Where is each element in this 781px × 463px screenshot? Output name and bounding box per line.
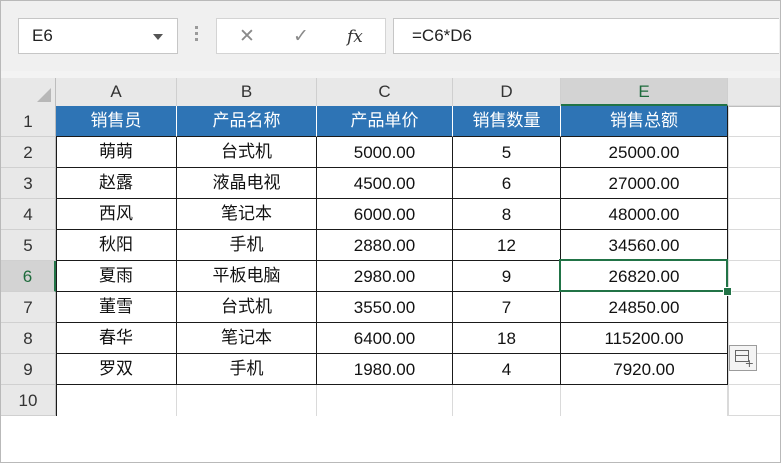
table-cell[interactable]: 赵露 [56, 168, 177, 199]
table-cell[interactable]: 笔记本 [177, 199, 317, 230]
name-box-value: E6 [32, 26, 53, 45]
gridline [728, 136, 780, 137]
table-cell[interactable]: 6 [453, 168, 561, 199]
table-header-cell[interactable]: 销售员 [56, 106, 177, 137]
spreadsheet-window: E6 ✕ ✓ fx =C6*D6 A B C D E 1 2 3 4 5 6 7 8 9 10 销售员 产品名称… [0, 0, 781, 463]
select-all-icon [37, 88, 51, 102]
table-header-cell[interactable]: 销售总额 [561, 106, 728, 137]
gridline [728, 322, 780, 323]
column-header-b[interactable]: B [177, 78, 317, 106]
table-cell[interactable]: 27000.00 [561, 168, 728, 199]
table-cell[interactable]: 4 [453, 354, 561, 385]
table-cell[interactable]: 春华 [56, 323, 177, 354]
table-cell[interactable]: 秋阳 [56, 230, 177, 261]
table-cell[interactable]: 2980.00 [317, 261, 453, 292]
gridline [452, 385, 453, 416]
row-header-8[interactable]: 8 [1, 323, 56, 354]
plus-icon: + [744, 357, 754, 370]
gridline [728, 260, 780, 261]
table-cell[interactable]: 平板电脑 [177, 261, 317, 292]
table-cell[interactable]: 7 [453, 292, 561, 323]
table-cell[interactable]: 笔记本 [177, 323, 317, 354]
table-cell[interactable]: 4500.00 [317, 168, 453, 199]
check-icon[interactable]: ✓ [293, 25, 309, 47]
quick-analysis-button[interactable]: + [729, 345, 757, 371]
table-cell[interactable]: 5000.00 [317, 137, 453, 168]
column-header-e[interactable]: E [561, 78, 728, 106]
row-header-4[interactable]: 4 [1, 199, 56, 230]
column-header-d[interactable]: D [453, 78, 561, 106]
gridline [728, 167, 780, 168]
row-header-1[interactable]: 1 [1, 106, 56, 137]
select-all-button[interactable] [1, 78, 56, 106]
table-header-cell[interactable]: 产品单价 [317, 106, 453, 137]
gridline [728, 198, 780, 199]
table-cell[interactable]: 25000.00 [561, 137, 728, 168]
row-header-3[interactable]: 3 [1, 168, 56, 199]
table-cell[interactable]: 26820.00 [561, 261, 728, 292]
gridline [728, 384, 780, 385]
column-header-a[interactable]: A [56, 78, 177, 106]
row-header-5[interactable]: 5 [1, 230, 56, 261]
table-cell[interactable]: 34560.00 [561, 230, 728, 261]
table-cell[interactable]: 台式机 [177, 292, 317, 323]
chevron-down-icon[interactable] [153, 34, 163, 40]
table-cell[interactable]: 24850.00 [561, 292, 728, 323]
gridline [728, 229, 780, 230]
drag-handle-icon[interactable] [195, 26, 198, 44]
name-box[interactable]: E6 [18, 18, 178, 54]
gridline [728, 291, 780, 292]
row-header-2[interactable]: 2 [1, 137, 56, 168]
table-cell[interactable]: 115200.00 [561, 323, 728, 354]
table-cell[interactable]: 48000.00 [561, 199, 728, 230]
table-cell[interactable]: 18 [453, 323, 561, 354]
table-cell[interactable]: 液晶电视 [177, 168, 317, 199]
gridline [176, 385, 177, 416]
table-cell[interactable]: 7920.00 [561, 354, 728, 385]
table-header-cell[interactable]: 销售数量 [453, 106, 561, 137]
table-cell[interactable]: 罗双 [56, 354, 177, 385]
table-cell[interactable]: 6400.00 [317, 323, 453, 354]
gridline [316, 385, 317, 416]
table-cell[interactable]: 手机 [177, 230, 317, 261]
table-cell[interactable]: 12 [453, 230, 561, 261]
table-header-cell[interactable]: 产品名称 [177, 106, 317, 137]
table-cell[interactable]: 1980.00 [317, 354, 453, 385]
cancel-icon[interactable]: ✕ [239, 25, 255, 47]
row-header-10[interactable]: 10 [1, 385, 56, 416]
table-cell[interactable]: 8 [453, 199, 561, 230]
gridline [728, 415, 780, 416]
table-cell[interactable]: 董雪 [56, 292, 177, 323]
worksheet-grid[interactable]: A B C D E 1 2 3 4 5 6 7 8 9 10 销售员 产品名称 产品单价 销售数量 销售总额 萌萌 台式机… [1, 78, 780, 462]
insert-function-icon[interactable]: fx [347, 27, 363, 47]
row-header-7[interactable]: 7 [1, 292, 56, 323]
table-cell[interactable]: 夏雨 [56, 261, 177, 292]
table-cell[interactable]: 萌萌 [56, 137, 177, 168]
gridline [728, 105, 780, 106]
gridline [727, 385, 728, 416]
formula-buttons: ✕ ✓ fx [216, 18, 386, 54]
table-cell[interactable]: 3550.00 [317, 292, 453, 323]
formula-bar: E6 ✕ ✓ fx =C6*D6 [1, 1, 780, 71]
table-cell[interactable]: 9 [453, 261, 561, 292]
row-header-9[interactable]: 9 [1, 354, 56, 385]
row-header-6[interactable]: 6 [1, 261, 56, 292]
table-cell[interactable]: 5 [453, 137, 561, 168]
table-cell[interactable]: 台式机 [177, 137, 317, 168]
fill-handle[interactable] [723, 287, 732, 296]
column-header-c[interactable]: C [317, 78, 453, 106]
formula-input[interactable]: =C6*D6 [393, 18, 779, 54]
formula-text: =C6*D6 [412, 26, 473, 45]
table-cell[interactable]: 6000.00 [317, 199, 453, 230]
table-cell[interactable]: 西风 [56, 199, 177, 230]
table-cell[interactable]: 2880.00 [317, 230, 453, 261]
table-cell[interactable]: 手机 [177, 354, 317, 385]
gridline [560, 385, 561, 416]
